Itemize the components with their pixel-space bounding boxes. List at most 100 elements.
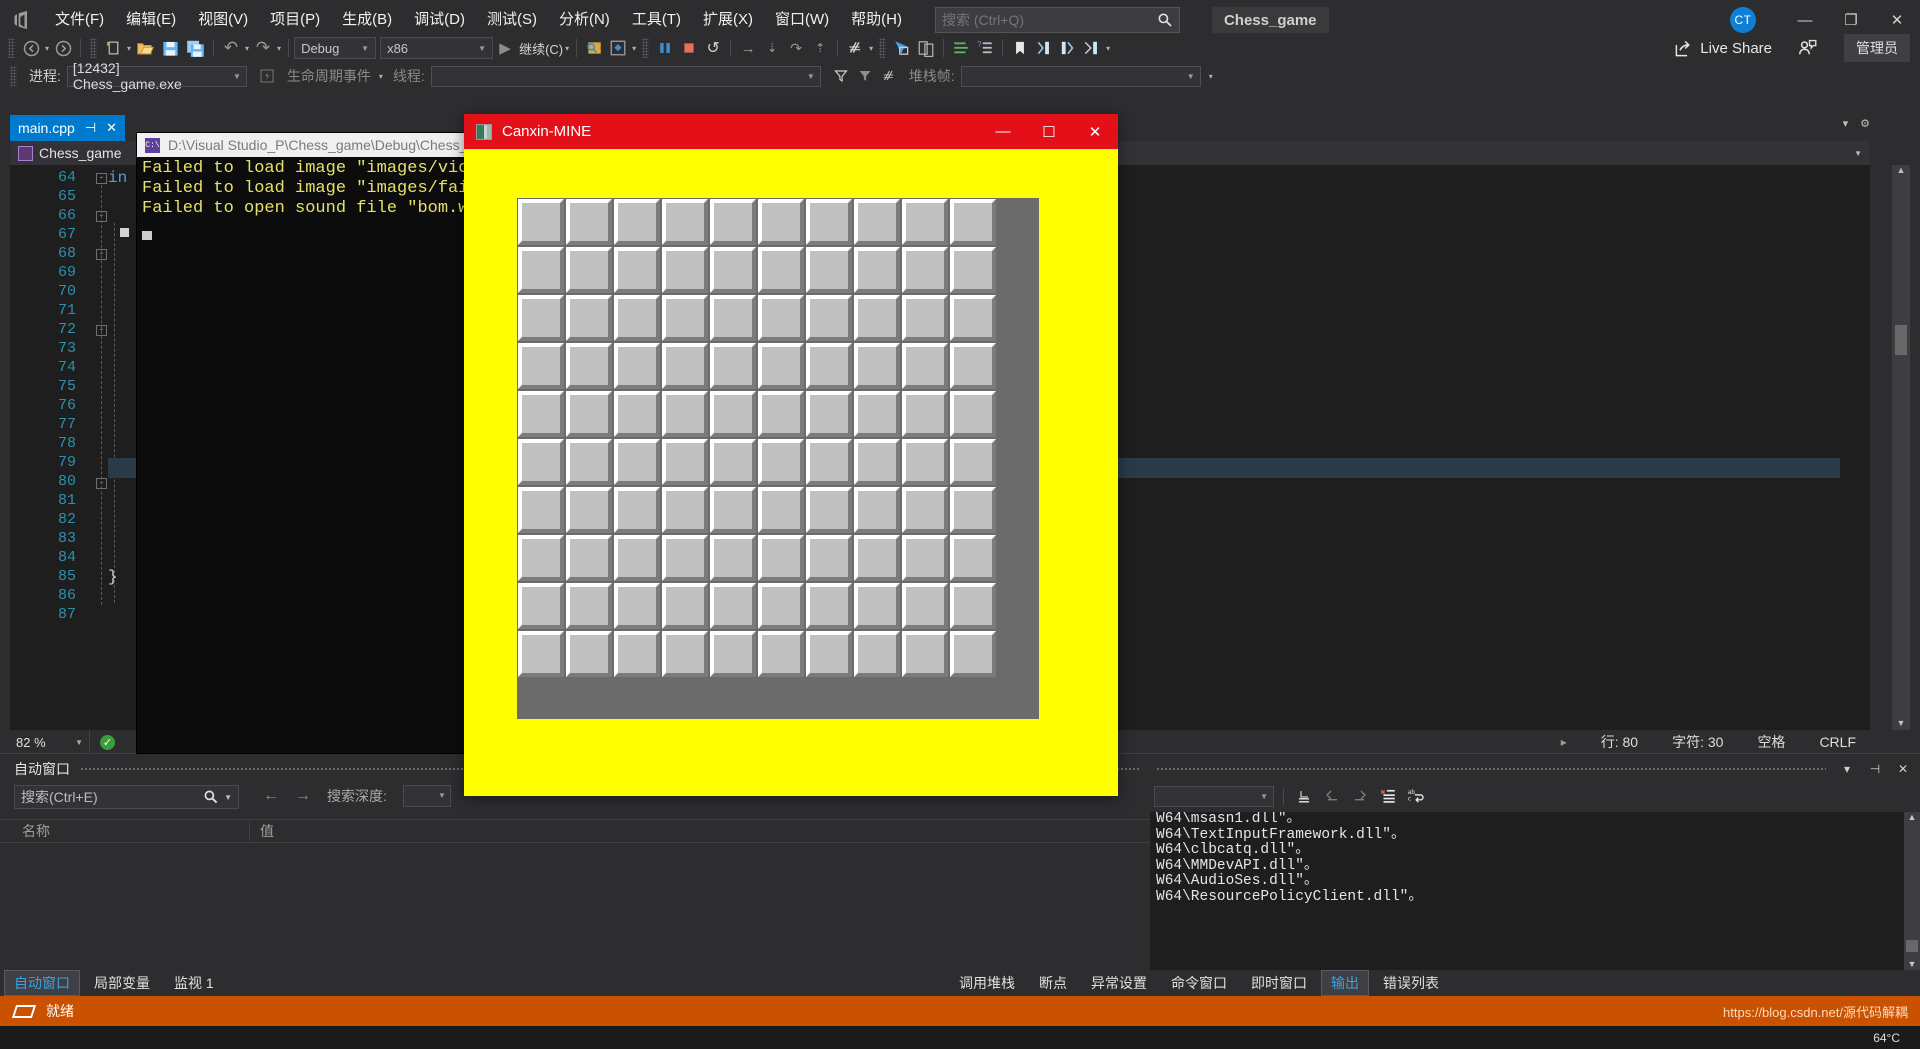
- autos-grid-body[interactable]: [0, 843, 1150, 963]
- step-over-icon[interactable]: →: [736, 36, 760, 60]
- mine-cell[interactable]: [758, 199, 804, 245]
- mine-cell[interactable]: [518, 583, 564, 629]
- mine-cell[interactable]: [806, 199, 852, 245]
- quick-search-box[interactable]: [934, 7, 1180, 33]
- navigate-forward-button[interactable]: [51, 36, 75, 60]
- bookmarks-overflow-caret-icon[interactable]: ▾: [1106, 44, 1110, 53]
- mine-cell[interactable]: [614, 391, 660, 437]
- mine-cell[interactable]: [710, 295, 756, 341]
- mine-cell[interactable]: [566, 535, 612, 581]
- mine-cell[interactable]: [710, 247, 756, 293]
- toggle-word-wrap-icon[interactable]: ab c: [1405, 786, 1427, 806]
- mine-cell[interactable]: [662, 247, 708, 293]
- back-dropdown-caret-icon[interactable]: ▾: [45, 44, 49, 53]
- mine-cell[interactable]: [518, 631, 564, 677]
- mine-cell[interactable]: [518, 439, 564, 485]
- live-visual-tree-icon[interactable]: [949, 36, 973, 60]
- toolbar-grip-2[interactable]: [90, 38, 98, 58]
- mine-cell[interactable]: [518, 487, 564, 533]
- mine-cell[interactable]: [902, 535, 948, 581]
- toolbar-grip-3[interactable]: [642, 38, 650, 58]
- clear-all-icon[interactable]: [1377, 786, 1399, 806]
- scroll-up-icon[interactable]: ▲: [1892, 165, 1910, 175]
- mine-cell[interactable]: [614, 295, 660, 341]
- autos-search-box[interactable]: 搜索(Ctrl+E) ▼: [14, 785, 239, 809]
- mine-cell[interactable]: [614, 439, 660, 485]
- mine-cell[interactable]: [806, 295, 852, 341]
- mine-cell[interactable]: [662, 535, 708, 581]
- debug-target-icon[interactable]: [606, 36, 630, 60]
- toolbar-grip-4[interactable]: [879, 38, 887, 58]
- mine-cell[interactable]: [902, 631, 948, 677]
- mine-cell[interactable]: [710, 535, 756, 581]
- mine-cell[interactable]: [566, 487, 612, 533]
- mine-cell[interactable]: [518, 343, 564, 389]
- close-panel-icon[interactable]: ✕: [1892, 759, 1914, 779]
- mine-cell[interactable]: [950, 439, 996, 485]
- redo-caret-icon[interactable]: ▾: [277, 44, 281, 53]
- tab-main-cpp[interactable]: main.cpp ⊣ ✕: [10, 115, 126, 141]
- mine-cell[interactable]: [566, 295, 612, 341]
- mine-cell[interactable]: [854, 343, 900, 389]
- mine-cell[interactable]: [806, 247, 852, 293]
- continue-label[interactable]: 继续(C): [519, 39, 563, 58]
- mine-cell[interactable]: [758, 535, 804, 581]
- thread-marker-icon[interactable]: [877, 64, 901, 88]
- minesweeper-board[interactable]: [517, 198, 1039, 719]
- output-scroll-thumb[interactable]: [1906, 940, 1918, 952]
- feedback-person-icon[interactable]: [1794, 36, 1820, 60]
- mine-cell[interactable]: [566, 247, 612, 293]
- tab-locals[interactable]: 局部变量: [84, 970, 160, 996]
- tab-autos[interactable]: 自动窗口: [4, 970, 80, 996]
- mine-cell[interactable]: [758, 631, 804, 677]
- mine-cell[interactable]: [710, 343, 756, 389]
- mine-cell[interactable]: [806, 391, 852, 437]
- mine-cell[interactable]: [566, 583, 612, 629]
- mine-cell[interactable]: [518, 199, 564, 245]
- stack-frame-combo[interactable]: ▼: [960, 65, 1201, 87]
- mine-cell[interactable]: [566, 391, 612, 437]
- mine-cell[interactable]: [662, 487, 708, 533]
- save-icon[interactable]: [158, 36, 183, 60]
- output-scroll-down-icon[interactable]: ▼: [1904, 959, 1920, 969]
- mine-cell[interactable]: [854, 295, 900, 341]
- pause-icon[interactable]: [653, 36, 677, 60]
- fold-toggle[interactable]: -: [96, 173, 107, 184]
- procbar-overflow-caret-icon[interactable]: ▾: [1209, 72, 1213, 81]
- mine-cell[interactable]: [758, 343, 804, 389]
- mine-cell[interactable]: [854, 631, 900, 677]
- lifecycle-caret-icon[interactable]: ▾: [379, 72, 383, 81]
- mine-cell[interactable]: [950, 199, 996, 245]
- undo-caret-icon[interactable]: ▾: [245, 44, 249, 53]
- mine-cell[interactable]: [758, 439, 804, 485]
- tab-watch-1[interactable]: 监视 1: [164, 970, 224, 996]
- save-all-icon[interactable]: [183, 36, 208, 60]
- mine-cell[interactable]: [662, 391, 708, 437]
- flag-filled-icon[interactable]: [853, 64, 877, 88]
- nav-project-segment[interactable]: Chess_game: [10, 145, 130, 161]
- panel-dropdown-icon[interactable]: ▾: [1836, 759, 1858, 779]
- search-options-caret-icon[interactable]: ▼: [224, 793, 232, 802]
- mine-cell[interactable]: [614, 247, 660, 293]
- editor-scroll-thumb[interactable]: [1895, 325, 1907, 355]
- mine-cell[interactable]: [662, 631, 708, 677]
- next-bookmark-icon[interactable]: [1056, 36, 1080, 60]
- mine-cell[interactable]: [662, 199, 708, 245]
- live-share-button[interactable]: Live Share: [1674, 39, 1772, 58]
- status-prev-icon[interactable]: ▸: [1561, 735, 1567, 749]
- nav-caret-icon[interactable]: ▼: [1854, 149, 1862, 158]
- mine-cell[interactable]: [518, 391, 564, 437]
- pin-tab-icon[interactable]: ⊣: [85, 120, 96, 136]
- process-combo[interactable]: [12432] Chess_game.exe ▼: [66, 60, 247, 92]
- output-text-area[interactable]: W64\msasn1.dll"。 W64\TextInputFramework.…: [1150, 812, 1920, 970]
- restart-icon[interactable]: ↺: [701, 36, 725, 60]
- mine-cell[interactable]: [710, 439, 756, 485]
- undo-icon[interactable]: ↶: [219, 36, 243, 60]
- mine-cell[interactable]: [614, 487, 660, 533]
- search-next-icon[interactable]: →: [295, 787, 311, 805]
- redo-icon[interactable]: ↷: [251, 36, 275, 60]
- previous-bookmark-icon[interactable]: [1032, 36, 1056, 60]
- mine-cell[interactable]: [518, 295, 564, 341]
- mine-cell[interactable]: [710, 487, 756, 533]
- mine-cell[interactable]: [662, 583, 708, 629]
